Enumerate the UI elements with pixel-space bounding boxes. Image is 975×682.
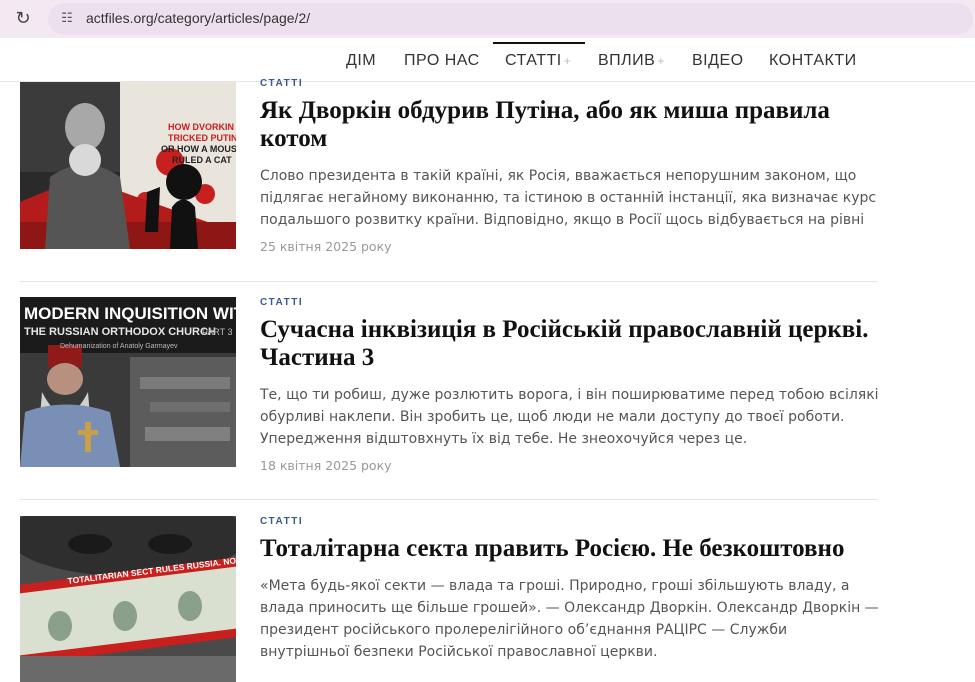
thumbnail-caption-line: OR HOW A MOUSE bbox=[161, 144, 236, 154]
nav-item-label: ПРО НАС bbox=[404, 52, 480, 69]
url-text[interactable]: actfiles.org/category/articles/page/2/ bbox=[86, 10, 310, 26]
nav-item-contacts[interactable]: КОНТАКТИ bbox=[769, 52, 857, 70]
article-divider bbox=[20, 281, 878, 282]
nav-active-indicator bbox=[493, 42, 585, 44]
thumbnail-caption-line: RULED A CAT bbox=[172, 155, 232, 165]
reload-icon[interactable]: ↻ bbox=[12, 8, 34, 30]
nav-item-about[interactable]: ПРО НАС bbox=[404, 52, 480, 70]
nav-item-articles[interactable]: СТАТТІ + bbox=[505, 52, 571, 70]
article-divider bbox=[20, 499, 878, 500]
thumbnail-caption-line: THE RUSSIAN ORTHODOX CHURCH bbox=[24, 326, 216, 338]
thumbnail-image: TOTALITARIAN SECT RULES RUSSIA. NOT FOR … bbox=[20, 516, 236, 682]
article-title-link[interactable]: Як Дворкін обдурив Путіна, або як миша п… bbox=[260, 97, 880, 153]
article-date: 18 квітня 2025 року bbox=[260, 458, 392, 473]
thumbnail-caption-line: HOW DVORKIN bbox=[168, 122, 234, 132]
article-excerpt: Слово президента в такій країні, як Росі… bbox=[260, 168, 877, 228]
nav-item-label: ВПЛИВ bbox=[598, 52, 656, 69]
nav-item-influence[interactable]: ВПЛИВ + bbox=[598, 52, 665, 70]
nav-item-home[interactable]: ДІМ bbox=[346, 52, 376, 70]
article-excerpt: «Мета будь-якої секти — влада та гроші. … bbox=[260, 578, 879, 660]
nav-item-label: ДІМ bbox=[346, 52, 377, 69]
thumbnail-caption-line: PART 3 bbox=[202, 327, 233, 337]
thumbnail-caption-line: TRICKED PUTIN, bbox=[168, 133, 236, 143]
submenu-plus-icon: + bbox=[657, 54, 665, 68]
article-date: 25 квітня 2025 року bbox=[260, 239, 392, 254]
article-thumbnail[interactable]: HOW DVORKIN TRICKED PUTIN, OR HOW A MOUS… bbox=[20, 82, 236, 249]
thumbnail-caption-line: Dehumanization of Anatoly Garmayev bbox=[60, 343, 178, 350]
nav-item-label: СТАТТІ bbox=[505, 52, 562, 69]
submenu-plus-icon: + bbox=[563, 54, 572, 68]
article-content: СТАТТІ Як Дворкін обдурив Путіна, або як… bbox=[260, 78, 880, 254]
site-info-icon[interactable]: ☷ bbox=[56, 9, 78, 29]
article-thumbnail[interactable]: MODERN INQUISITION WITHIN THE RUSSIAN OR… bbox=[20, 297, 236, 467]
nav-item-video[interactable]: ВІДЕО bbox=[692, 52, 744, 70]
article-title-link[interactable]: Тоталітарна секта править Росією. Не без… bbox=[260, 535, 880, 563]
browser-toolbar: ↻ ☷ actfiles.org/category/articles/page/… bbox=[0, 0, 975, 38]
article-category-link[interactable]: СТАТТІ bbox=[260, 78, 880, 89]
article-thumbnail[interactable]: TOTALITARIAN SECT RULES RUSSIA. NOT FOR … bbox=[20, 516, 236, 682]
thumbnail-caption-line: MODERN INQUISITION WITHIN bbox=[24, 304, 236, 323]
thumbnail-image: MODERN INQUISITION WITHIN THE RUSSIAN OR… bbox=[20, 297, 236, 467]
article-category-link[interactable]: СТАТТІ bbox=[260, 297, 880, 308]
nav-item-label: ВІДЕО bbox=[692, 52, 744, 69]
article-content: СТАТТІ Сучасна інквізиція в Російській п… bbox=[260, 297, 880, 473]
article-content: СТАТТІ Тоталітарна секта править Росією.… bbox=[260, 516, 880, 663]
nav-item-label: КОНТАКТИ bbox=[769, 52, 857, 69]
article-excerpt: Те, що ти робиш, дуже розлютить ворога, … bbox=[260, 387, 879, 447]
article-category-link[interactable]: СТАТТІ bbox=[260, 516, 880, 527]
site-nav: ДІМ ПРО НАС СТАТТІ + ВПЛИВ + ВІДЕО КОНТАКТ… bbox=[0, 38, 975, 82]
thumbnail-image: HOW DVORKIN TRICKED PUTIN, OR HOW A MOUS… bbox=[20, 82, 236, 249]
article-title-link[interactable]: Сучасна інквізиція в Російській правосла… bbox=[260, 316, 880, 372]
